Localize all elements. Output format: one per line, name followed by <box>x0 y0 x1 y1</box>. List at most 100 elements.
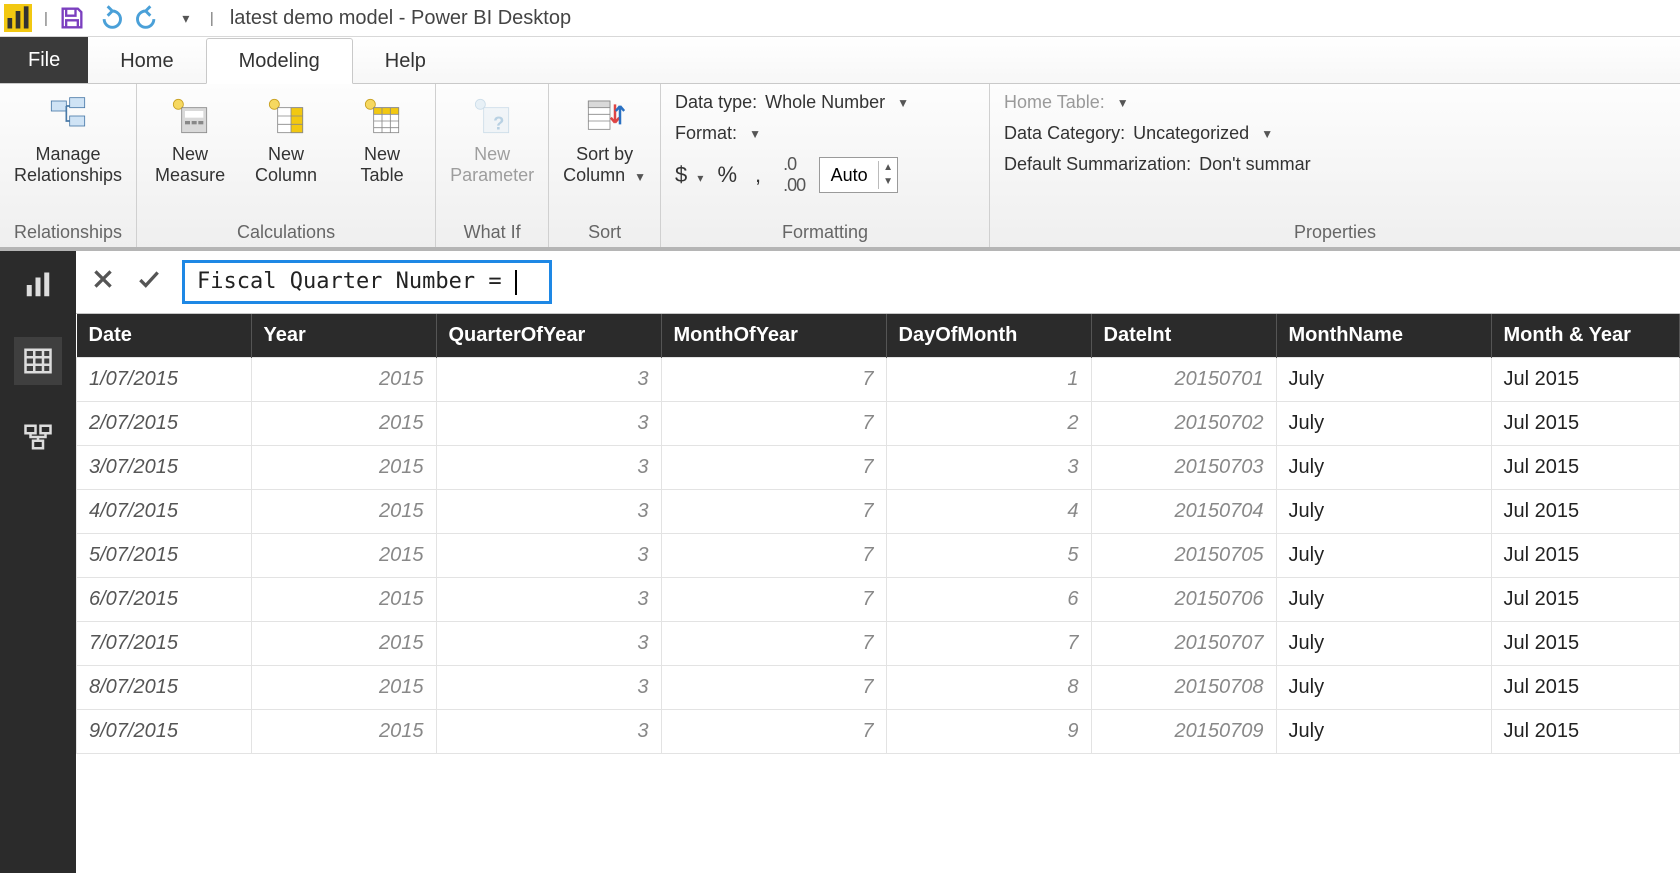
cell-day[interactable]: 7 <box>886 622 1091 666</box>
cell-year[interactable]: 2015 <box>251 710 436 754</box>
cell-quarter[interactable]: 3 <box>436 358 661 402</box>
cell-date[interactable]: 1/07/2015 <box>77 358 252 402</box>
datatype-dropdown[interactable]: Data type: Whole Number ▼ <box>675 92 909 113</box>
cell-day[interactable]: 8 <box>886 666 1091 710</box>
cell-monthname[interactable]: July <box>1276 666 1491 710</box>
table-row[interactable]: 6/07/2015201537620150706JulyJul 2015 <box>77 578 1680 622</box>
cell-dateint[interactable]: 20150707 <box>1091 622 1276 666</box>
data-view-button[interactable] <box>14 337 62 385</box>
cell-day[interactable]: 9 <box>886 710 1091 754</box>
cell-month[interactable]: 7 <box>661 578 886 622</box>
cell-dateint[interactable]: 20150706 <box>1091 578 1276 622</box>
cell-year[interactable]: 2015 <box>251 358 436 402</box>
cell-year[interactable]: 2015 <box>251 578 436 622</box>
cell-dateint[interactable]: 20150705 <box>1091 534 1276 578</box>
col-header[interactable]: DayOfMonth <box>886 314 1091 358</box>
table-row[interactable]: 9/07/2015201537920150709JulyJul 2015 <box>77 710 1680 754</box>
tab-help[interactable]: Help <box>353 39 458 83</box>
cell-quarter[interactable]: 3 <box>436 446 661 490</box>
cell-date[interactable]: 6/07/2015 <box>77 578 252 622</box>
cell-quarter[interactable]: 3 <box>436 490 661 534</box>
col-header[interactable]: Date <box>77 314 252 358</box>
col-header[interactable]: DateInt <box>1091 314 1276 358</box>
cell-month[interactable]: 7 <box>661 622 886 666</box>
cell-monthname[interactable]: July <box>1276 710 1491 754</box>
cell-date[interactable]: 8/07/2015 <box>77 666 252 710</box>
cell-dateint[interactable]: 20150703 <box>1091 446 1276 490</box>
cell-monthname[interactable]: July <box>1276 578 1491 622</box>
cell-year[interactable]: 2015 <box>251 490 436 534</box>
decimal-places-stepper[interactable]: ▲▼ <box>819 157 898 193</box>
table-row[interactable]: 4/07/2015201537420150704JulyJul 2015 <box>77 490 1680 534</box>
cell-dateint[interactable]: 20150701 <box>1091 358 1276 402</box>
cell-monthyear[interactable]: Jul 2015 <box>1491 710 1680 754</box>
cell-monthyear[interactable]: Jul 2015 <box>1491 490 1680 534</box>
cell-monthyear[interactable]: Jul 2015 <box>1491 358 1680 402</box>
cell-month[interactable]: 7 <box>661 666 886 710</box>
col-header[interactable]: Year <box>251 314 436 358</box>
cell-monthyear[interactable]: Jul 2015 <box>1491 402 1680 446</box>
col-header[interactable]: Month & Year <box>1491 314 1680 358</box>
undo-button[interactable] <box>96 4 124 32</box>
cell-day[interactable]: 3 <box>886 446 1091 490</box>
cell-month[interactable]: 7 <box>661 358 886 402</box>
cell-quarter[interactable]: 3 <box>436 534 661 578</box>
cell-monthname[interactable]: July <box>1276 358 1491 402</box>
col-header[interactable]: MonthOfYear <box>661 314 886 358</box>
cell-day[interactable]: 1 <box>886 358 1091 402</box>
commit-formula-button[interactable] <box>136 266 162 299</box>
col-header[interactable]: QuarterOfYear <box>436 314 661 358</box>
tab-home[interactable]: Home <box>88 39 205 83</box>
default-summarization-dropdown[interactable]: Default Summarization: Don't summar <box>1004 154 1311 175</box>
cell-quarter[interactable]: 3 <box>436 578 661 622</box>
table-row[interactable]: 5/07/2015201537520150705JulyJul 2015 <box>77 534 1680 578</box>
cell-year[interactable]: 2015 <box>251 622 436 666</box>
cell-year[interactable]: 2015 <box>251 666 436 710</box>
format-dropdown[interactable]: Format: ▼ <box>675 123 909 144</box>
cell-monthname[interactable]: July <box>1276 402 1491 446</box>
cell-dateint[interactable]: 20150704 <box>1091 490 1276 534</box>
cell-date[interactable]: 5/07/2015 <box>77 534 252 578</box>
cell-month[interactable]: 7 <box>661 490 886 534</box>
cell-monthyear[interactable]: Jul 2015 <box>1491 578 1680 622</box>
cell-year[interactable]: 2015 <box>251 402 436 446</box>
currency-button[interactable]: $ ▾ <box>675 162 703 188</box>
cell-quarter[interactable]: 3 <box>436 710 661 754</box>
cell-day[interactable]: 6 <box>886 578 1091 622</box>
cell-monthyear[interactable]: Jul 2015 <box>1491 666 1680 710</box>
cell-month[interactable]: 7 <box>661 402 886 446</box>
table-row[interactable]: 7/07/2015201537720150707JulyJul 2015 <box>77 622 1680 666</box>
cell-monthname[interactable]: July <box>1276 490 1491 534</box>
new-measure-button[interactable]: New Measure <box>151 92 229 185</box>
new-column-button[interactable]: New Column <box>247 92 325 185</box>
sort-by-column-button[interactable]: Sort by Column ▼ <box>563 92 646 185</box>
cancel-formula-button[interactable] <box>90 266 116 299</box>
cell-day[interactable]: 5 <box>886 534 1091 578</box>
decimal-places-value[interactable] <box>820 164 878 187</box>
cell-monthname[interactable]: July <box>1276 534 1491 578</box>
cell-date[interactable]: 2/07/2015 <box>77 402 252 446</box>
save-button[interactable] <box>58 4 86 32</box>
file-menu[interactable]: File <box>0 37 88 83</box>
cell-year[interactable]: 2015 <box>251 446 436 490</box>
step-down-icon[interactable]: ▼ <box>879 175 897 189</box>
cell-monthyear[interactable]: Jul 2015 <box>1491 622 1680 666</box>
cell-month[interactable]: 7 <box>661 534 886 578</box>
cell-monthyear[interactable]: Jul 2015 <box>1491 446 1680 490</box>
cell-day[interactable]: 4 <box>886 490 1091 534</box>
cell-monthname[interactable]: July <box>1276 446 1491 490</box>
redo-button[interactable] <box>134 4 162 32</box>
tab-modeling[interactable]: Modeling <box>206 38 353 84</box>
table-row[interactable]: 1/07/2015201537120150701JulyJul 2015 <box>77 358 1680 402</box>
cell-month[interactable]: 7 <box>661 446 886 490</box>
cell-date[interactable]: 9/07/2015 <box>77 710 252 754</box>
qat-customize-button[interactable]: ▾ <box>172 4 200 32</box>
formula-input[interactable]: Fiscal Quarter Number = <box>182 260 552 303</box>
data-category-dropdown[interactable]: Data Category: Uncategorized ▼ <box>1004 123 1311 144</box>
cell-month[interactable]: 7 <box>661 710 886 754</box>
data-grid[interactable]: Date Year QuarterOfYear MonthOfYear DayO… <box>76 314 1680 873</box>
cell-day[interactable]: 2 <box>886 402 1091 446</box>
cell-quarter[interactable]: 3 <box>436 622 661 666</box>
new-table-button[interactable]: New Table <box>343 92 421 185</box>
table-row[interactable]: 3/07/2015201537320150703JulyJul 2015 <box>77 446 1680 490</box>
